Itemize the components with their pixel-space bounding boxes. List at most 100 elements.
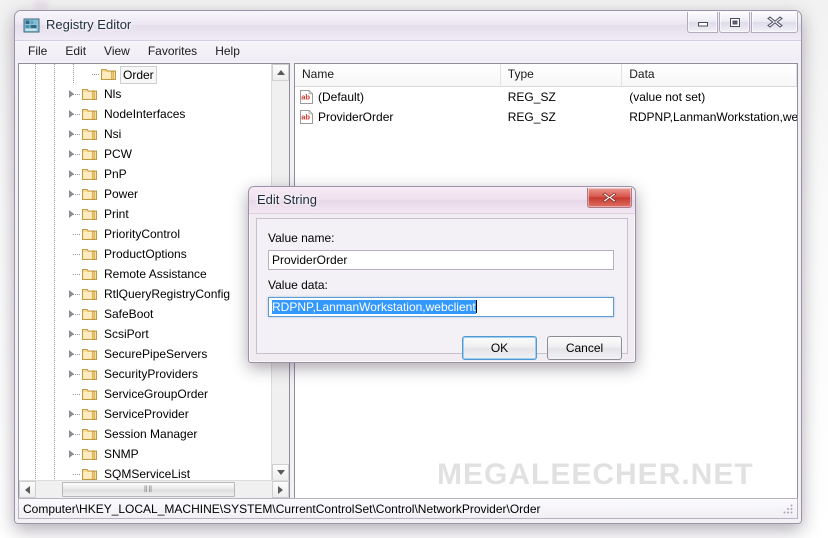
tree-expander-icon[interactable] bbox=[67, 89, 77, 99]
tree-item-label: NodeInterfaces bbox=[104, 107, 186, 121]
menu-file[interactable]: File bbox=[19, 42, 56, 61]
minimize-icon bbox=[697, 22, 708, 27]
title-bar[interactable]: Registry Editor bbox=[15, 11, 801, 41]
folder-icon bbox=[82, 229, 97, 240]
tree-item-label: SafeBoot bbox=[104, 307, 154, 321]
tree-item[interactable]: Print bbox=[19, 204, 272, 224]
tree-item[interactable]: Nls bbox=[19, 84, 272, 104]
tree-guide-line bbox=[54, 124, 55, 144]
tree-expander-icon[interactable] bbox=[67, 109, 77, 119]
tree-item[interactable]: PCW bbox=[19, 144, 272, 164]
tree-item[interactable]: SafeBoot bbox=[19, 304, 272, 324]
tree-item[interactable]: Order bbox=[19, 64, 272, 84]
tree-item[interactable]: SecurityProviders bbox=[19, 364, 272, 384]
minimize-button[interactable] bbox=[687, 12, 718, 33]
menu-edit[interactable]: Edit bbox=[56, 42, 95, 61]
maximize-button[interactable] bbox=[719, 12, 750, 33]
svg-text:ab: ab bbox=[301, 113, 310, 122]
tree-item[interactable]: ScsiPort bbox=[19, 324, 272, 344]
cancel-button[interactable]: Cancel bbox=[547, 336, 622, 360]
tree-expander-icon[interactable] bbox=[67, 409, 77, 419]
tree-scroll-left-button[interactable] bbox=[19, 481, 36, 498]
listview-value-name: (Default) bbox=[318, 90, 365, 104]
tree-item[interactable]: ServiceGroupOrder bbox=[19, 384, 272, 404]
tree-expander-icon[interactable] bbox=[67, 209, 77, 219]
tree-item-label: Session Manager bbox=[104, 427, 198, 441]
listview-value-name: ProviderOrder bbox=[318, 110, 394, 124]
tree-horizontal-scrollbar[interactable]: ‖‖ bbox=[19, 480, 289, 498]
tree-expander-icon[interactable] bbox=[67, 309, 77, 319]
listview-row[interactable]: ab (Default) REG_SZ (value not set) bbox=[295, 87, 797, 107]
tree-item[interactable]: SNMP bbox=[19, 444, 272, 464]
close-button[interactable] bbox=[751, 12, 798, 33]
tree-item[interactable]: Power bbox=[19, 184, 272, 204]
tree-guide-line bbox=[35, 284, 36, 304]
tree-item[interactable]: SecurePipeServers bbox=[19, 344, 272, 364]
tree-scroll-right-button[interactable] bbox=[272, 481, 289, 498]
string-value-icon: ab bbox=[300, 110, 313, 124]
tree-scroll-down-button[interactable] bbox=[272, 464, 289, 481]
tree-item-label: ScsiPort bbox=[104, 327, 149, 341]
tree-guide-line bbox=[35, 424, 36, 444]
tree-item[interactable]: Remote Assistance bbox=[19, 264, 272, 284]
tree-item[interactable]: Nsi bbox=[19, 124, 272, 144]
status-path: Computer\HKEY_LOCAL_MACHINE\SYSTEM\Curre… bbox=[23, 501, 541, 516]
tree-guide-line bbox=[92, 74, 100, 75]
listview-row[interactable]: ab ProviderOrder REG_SZ RDPNP,LanmanWorksta… bbox=[295, 107, 797, 127]
tree-item[interactable]: NodeInterfaces bbox=[19, 104, 272, 124]
folder-icon bbox=[82, 189, 97, 200]
listview-column-header[interactable]: Name bbox=[295, 64, 501, 86]
value-data-input[interactable]: RDPNP,LanmanWorkstation,webclient bbox=[268, 297, 614, 317]
tree-item[interactable]: PriorityControl bbox=[19, 224, 272, 244]
value-data-selected-text: RDPNP,LanmanWorkstation,webclient bbox=[272, 300, 476, 314]
status-bar: Computer\HKEY_LOCAL_MACHINE\SYSTEM\Curre… bbox=[18, 498, 798, 519]
tree-expander-icon[interactable] bbox=[67, 169, 77, 179]
tree-expander-icon[interactable] bbox=[67, 369, 77, 379]
tree-guides bbox=[19, 444, 272, 464]
tree-expander-icon[interactable] bbox=[67, 289, 77, 299]
menu-favorites[interactable]: Favorites bbox=[139, 42, 206, 61]
maximize-icon bbox=[729, 17, 740, 27]
listview-header[interactable]: Name Type Data bbox=[295, 64, 797, 87]
listview-column-header[interactable]: Data bbox=[622, 64, 797, 86]
listview-column-header[interactable]: Type bbox=[501, 64, 623, 86]
value-data-label: Value data: bbox=[268, 278, 328, 292]
chevron-left-icon bbox=[25, 485, 30, 494]
tree-item[interactable]: ProductOptions bbox=[19, 244, 272, 264]
tree-expander-icon[interactable] bbox=[67, 429, 77, 439]
tree-expander-icon[interactable] bbox=[67, 129, 77, 139]
tree-item-label: Print bbox=[104, 207, 129, 221]
close-icon bbox=[602, 192, 617, 203]
menu-view[interactable]: View bbox=[95, 42, 139, 61]
tree-guide-line bbox=[54, 84, 55, 104]
tree-item[interactable]: Session Manager bbox=[19, 424, 272, 444]
menu-help[interactable]: Help bbox=[206, 42, 249, 61]
folder-icon bbox=[82, 129, 97, 140]
tree-item[interactable]: RtlQueryRegistryConfig bbox=[19, 284, 272, 304]
tree-expander-icon[interactable] bbox=[67, 189, 77, 199]
tree-hscroll-thumb[interactable]: ‖‖ bbox=[62, 482, 235, 497]
tree-guide-line bbox=[54, 404, 55, 424]
tree-item[interactable]: PnP bbox=[19, 164, 272, 184]
tree-guide-line bbox=[35, 264, 36, 284]
close-icon bbox=[766, 16, 783, 28]
registry-tree[interactable]: Order Nls NodeInterfaces Nsi PCW PnP Power Prin… bbox=[19, 64, 272, 481]
tree-expander-icon[interactable] bbox=[67, 349, 77, 359]
tree-guide-line bbox=[54, 144, 55, 164]
tree-expander-icon[interactable] bbox=[67, 149, 77, 159]
tree-item[interactable]: ServiceProvider bbox=[19, 404, 272, 424]
tree-item[interactable]: SQMServiceList bbox=[19, 464, 272, 481]
tree-expander-icon[interactable] bbox=[67, 449, 77, 459]
folder-icon bbox=[82, 309, 97, 320]
tree-guide-line bbox=[54, 344, 55, 364]
dialog-close-button[interactable] bbox=[587, 188, 632, 208]
resize-grip-icon[interactable] bbox=[782, 503, 794, 515]
tree-scroll-up-button[interactable] bbox=[272, 64, 289, 81]
svg-text:ab: ab bbox=[301, 93, 310, 102]
value-name-input[interactable]: ProviderOrder bbox=[268, 250, 614, 270]
ok-button[interactable]: OK bbox=[462, 336, 537, 360]
tree-guide-line bbox=[73, 274, 81, 275]
tree-expander-icon[interactable] bbox=[67, 329, 77, 339]
chevron-up-icon bbox=[276, 70, 285, 75]
dialog-title-bar[interactable]: Edit String bbox=[249, 187, 635, 214]
